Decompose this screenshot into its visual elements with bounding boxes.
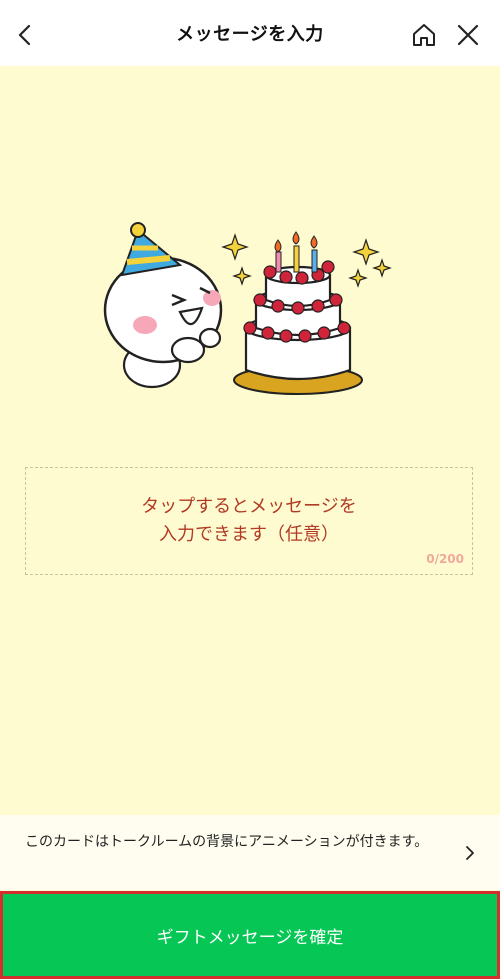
birthday-cake-sticker bbox=[103, 222, 392, 395]
home-icon bbox=[413, 24, 435, 46]
message-input-screen: メッセージを入力 タップするとメッセージを 入力できます（任意） 0/200 こ… bbox=[0, 0, 500, 979]
message-placeholder: タップするとメッセージを 入力できます（任意） bbox=[141, 496, 357, 545]
confirm-gift-message-button[interactable]: ギフトメッセージを確定 bbox=[0, 891, 500, 979]
message-input[interactable]: タップするとメッセージを 入力できます（任意） 0/200 bbox=[25, 467, 473, 575]
character-count: 0/200 bbox=[426, 552, 464, 566]
notice-text: このカードはトークルームの背景にアニメーションが付きます。 bbox=[25, 834, 429, 850]
home-button[interactable] bbox=[409, 20, 439, 50]
close-button[interactable] bbox=[453, 20, 483, 50]
close-icon bbox=[457, 24, 479, 46]
header-bar: メッセージを入力 bbox=[0, 0, 500, 66]
chevron-right-icon bbox=[466, 846, 474, 860]
animation-notice[interactable]: このカードはトークルームの背景にアニメーションが付きます。 bbox=[0, 815, 500, 890]
